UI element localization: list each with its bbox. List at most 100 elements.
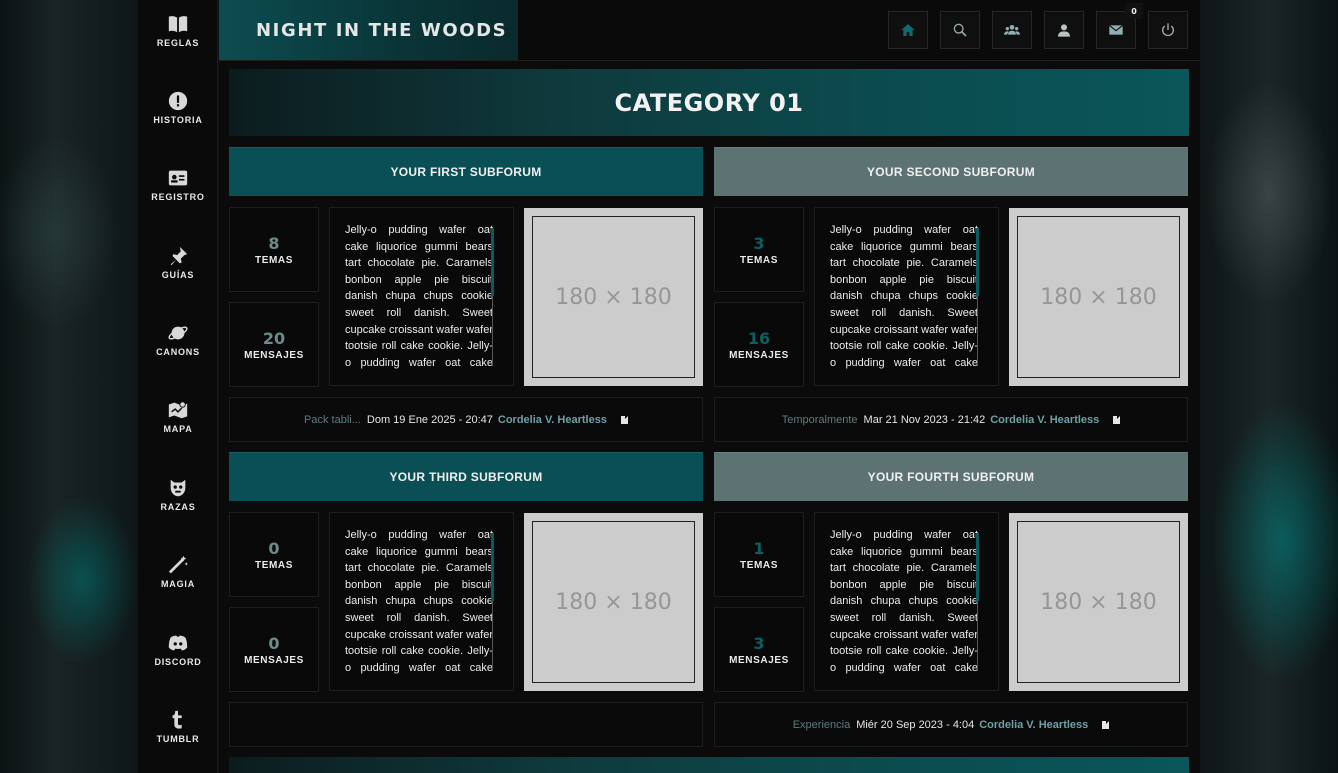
- sidebar-item-discord[interactable]: DISCORD: [138, 632, 218, 692]
- go-to-post-icon[interactable]: [620, 415, 628, 424]
- id-card-icon: [168, 170, 188, 186]
- profile-icon: [1058, 24, 1070, 37]
- home-icon: [901, 24, 915, 36]
- description-text: Jelly-o pudding wafer oat cake liquorice…: [830, 529, 978, 674]
- sidebar-item-registro[interactable]: REGISTRO: [138, 167, 218, 227]
- posts-stat: 20 MENSAJES: [229, 302, 319, 387]
- topics-label: TEMAS: [740, 254, 778, 266]
- search-icon: [953, 23, 967, 37]
- site-title: NIGHT IN THE WOODS: [256, 19, 508, 41]
- mail-count-badge: 0: [1125, 3, 1143, 19]
- members-button[interactable]: [992, 11, 1032, 49]
- subforum-image[interactable]: 180 × 180: [524, 513, 703, 691]
- creature-icon: [170, 479, 186, 497]
- planet-icon: [168, 326, 188, 340]
- topics-stat: 0 TEMAS: [229, 512, 319, 597]
- posts-label: MENSAJES: [244, 654, 304, 666]
- subforum-title-text: YOUR SECOND SUBFORUM: [866, 165, 1035, 179]
- sidebar-item-tumblr[interactable]: TUMBLR: [138, 709, 218, 769]
- discord-icon: [168, 635, 188, 651]
- last-post-user[interactable]: Cordelia V. Heartless: [498, 414, 607, 426]
- subforum-title-4[interactable]: YOUR FOURTH SUBFORUM: [714, 452, 1188, 501]
- posts-label: MENSAJES: [244, 349, 304, 361]
- subforum-title-2[interactable]: YOUR SECOND SUBFORUM: [714, 147, 1188, 196]
- subforum-description[interactable]: Jelly-o pudding wafer oat cake liquorice…: [329, 512, 514, 691]
- subforum-description[interactable]: Jelly-o pudding wafer oat cake liquorice…: [814, 207, 999, 386]
- subforum-image[interactable]: 180 × 180: [524, 208, 703, 386]
- image-frame: [532, 216, 695, 378]
- sidebar-item-guias[interactable]: GUÍAS: [138, 245, 218, 305]
- last-post-date: Dom 19 Ene 2025 - 20:47: [366, 413, 493, 426]
- site-brand[interactable]: NIGHT IN THE WOODS: [219, 0, 518, 60]
- sidebar-item-canons[interactable]: CANONS: [138, 322, 218, 382]
- subforum-image[interactable]: 180 × 180: [1009, 208, 1188, 386]
- topics-count: 1: [753, 538, 765, 558]
- sidebar-item-magia[interactable]: MAGIA: [138, 554, 218, 614]
- pin-icon: [170, 246, 188, 266]
- scrollbar-thumb[interactable]: [976, 533, 979, 601]
- tumblr-icon: [172, 710, 182, 729]
- subforum-title-text: YOUR FOURTH SUBFORUM: [867, 470, 1035, 484]
- sidebar-item-label: REGLAS: [156, 38, 200, 48]
- last-post: [229, 702, 703, 747]
- posts-stat: 0 MENSAJES: [229, 607, 319, 692]
- topics-label: TEMAS: [255, 559, 293, 571]
- subforum-description[interactable]: Jelly-o pudding wafer oat cake liquorice…: [814, 512, 999, 691]
- book-icon: [168, 16, 188, 33]
- description-text: Jelly-o pudding wafer oat cake liquorice…: [345, 529, 493, 674]
- last-post-topic[interactable]: Temporalmente: [782, 414, 858, 426]
- sidebar-item-label: REGISTRO: [151, 192, 205, 202]
- next-category-header[interactable]: [229, 757, 1189, 773]
- scrollbar-thumb[interactable]: [491, 228, 494, 296]
- category-title: CATEGORY 01: [614, 88, 804, 117]
- topics-label: TEMAS: [740, 559, 778, 571]
- topbar: NIGHT IN THE WOODS 0: [219, 0, 1200, 61]
- profile-button[interactable]: [1044, 11, 1084, 49]
- posts-stat: 16 MENSAJES: [714, 302, 804, 387]
- subforum-description[interactable]: Jelly-o pudding wafer oat cake liquorice…: [329, 207, 514, 386]
- scrollbar-thumb[interactable]: [491, 533, 494, 601]
- map-icon: [168, 401, 188, 419]
- category-header[interactable]: CATEGORY 01: [229, 69, 1189, 136]
- posts-count: 20: [262, 328, 286, 348]
- power-icon: [1162, 23, 1174, 37]
- sidebar-item-label: GUÍAS: [161, 270, 195, 280]
- sidebar-item-reglas[interactable]: REGLAS: [138, 13, 218, 73]
- scrollbar-thumb[interactable]: [976, 228, 979, 296]
- last-post-user[interactable]: Cordelia V. Heartless: [990, 414, 1099, 426]
- sidebar-item-label: CANONS: [156, 347, 200, 357]
- subforum-title-1[interactable]: YOUR FIRST SUBFORUM: [229, 147, 703, 196]
- sidebar-item-mapa[interactable]: MAPA: [138, 399, 218, 459]
- sidebar-item-historia[interactable]: HISTORIA: [138, 90, 218, 150]
- logout-button[interactable]: [1148, 11, 1188, 49]
- sidebar: REGLAS HISTORIA REGISTRO GUÍAS CANONS MA…: [138, 0, 218, 773]
- image-frame: [1017, 216, 1180, 378]
- last-post: Temporalmente Mar 21 Nov 2023 - 21:42 Co…: [714, 397, 1188, 442]
- topics-stat: 3 TEMAS: [714, 207, 804, 292]
- posts-label: MENSAJES: [729, 349, 789, 361]
- go-to-post-icon[interactable]: [1102, 720, 1110, 729]
- topics-stat: 8 TEMAS: [229, 207, 319, 292]
- posts-label: MENSAJES: [729, 654, 789, 666]
- go-to-post-icon[interactable]: [1113, 415, 1121, 424]
- subforum-image[interactable]: 180 × 180: [1009, 513, 1188, 691]
- sidebar-item-label: TUMBLR: [156, 734, 200, 744]
- home-button[interactable]: [888, 11, 928, 49]
- members-icon: [1004, 25, 1020, 35]
- sidebar-item-razas[interactable]: RAZAS: [138, 477, 218, 537]
- sidebar-item-label: HISTORIA: [153, 115, 203, 125]
- background-right: [1200, 0, 1338, 773]
- search-button[interactable]: [940, 11, 980, 49]
- last-post-date: Miér 20 Sep 2023 - 4:04: [856, 718, 975, 731]
- last-post-topic[interactable]: Pack tabli...: [304, 414, 361, 426]
- wand-icon: [168, 555, 188, 574]
- subforum-title-3[interactable]: YOUR THIRD SUBFORUM: [229, 452, 703, 501]
- last-post-topic[interactable]: Experiencia: [793, 719, 850, 731]
- last-post-user[interactable]: Cordelia V. Heartless: [979, 719, 1088, 731]
- topics-stat: 1 TEMAS: [714, 512, 804, 597]
- posts-stat: 3 MENSAJES: [714, 607, 804, 692]
- sidebar-item-label: DISCORD: [154, 657, 202, 667]
- topics-label: TEMAS: [255, 254, 293, 266]
- mail-icon: [1108, 24, 1124, 35]
- last-post-date: Mar 21 Nov 2023 - 21:42: [863, 413, 986, 426]
